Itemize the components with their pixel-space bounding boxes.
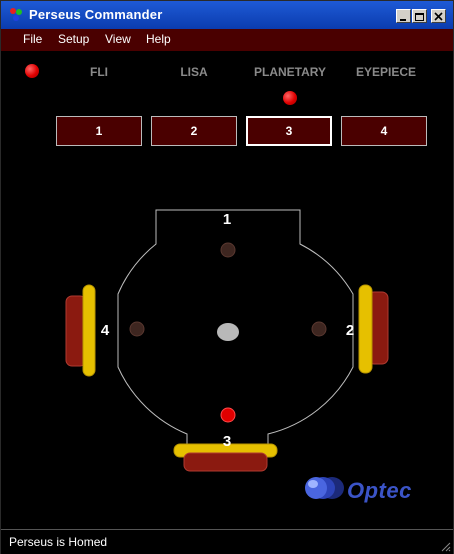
port-dot-2 <box>311 321 327 337</box>
optec-logo-mark <box>305 477 344 499</box>
minimize-icon <box>400 19 406 21</box>
perseus-commander-window: Perseus Commander File Setup View Help F… <box>0 0 454 554</box>
minimize-button[interactable] <box>396 9 411 23</box>
rotator-diagram: 1 2 3 4 <box>65 209 389 499</box>
maximize-button[interactable] <box>412 9 427 23</box>
menu-view[interactable]: View <box>105 32 131 46</box>
status-text: Perseus is Homed <box>9 535 108 549</box>
diagram-number-2: 2 <box>346 322 354 339</box>
diagram-number-4: 4 <box>101 322 110 339</box>
status-bar: Perseus is Homed <box>1 529 453 554</box>
maximize-icon <box>415 13 424 21</box>
title-bar[interactable]: Perseus Commander <box>1 1 453 29</box>
close-button[interactable] <box>431 9 446 23</box>
port-dot-4 <box>129 321 145 337</box>
close-icon <box>434 12 443 21</box>
menu-setup[interactable]: Setup <box>58 32 89 46</box>
resize-grip-icon[interactable] <box>439 540 451 552</box>
main-panel: FLI LISA PLANETARY EYEPIECE 1 2 3 4 1 2 … <box>1 51 453 529</box>
menu-file[interactable]: File <box>23 32 42 46</box>
app-icon <box>10 8 22 21</box>
port-dot-1 <box>220 242 236 258</box>
diagram-number-3: 3 <box>223 433 231 450</box>
optec-logo-text: Optec <box>347 478 412 503</box>
menu-bar: File Setup View Help <box>1 29 453 51</box>
port-4-arm <box>82 284 96 377</box>
window-title: Perseus Commander <box>29 7 163 22</box>
port-dot-3-active <box>220 407 236 423</box>
center-hub <box>217 323 239 341</box>
port-2-arm <box>358 284 373 374</box>
port-3-pad <box>183 452 268 472</box>
diagram-number-1: 1 <box>223 211 231 228</box>
menu-help[interactable]: Help <box>146 32 171 46</box>
